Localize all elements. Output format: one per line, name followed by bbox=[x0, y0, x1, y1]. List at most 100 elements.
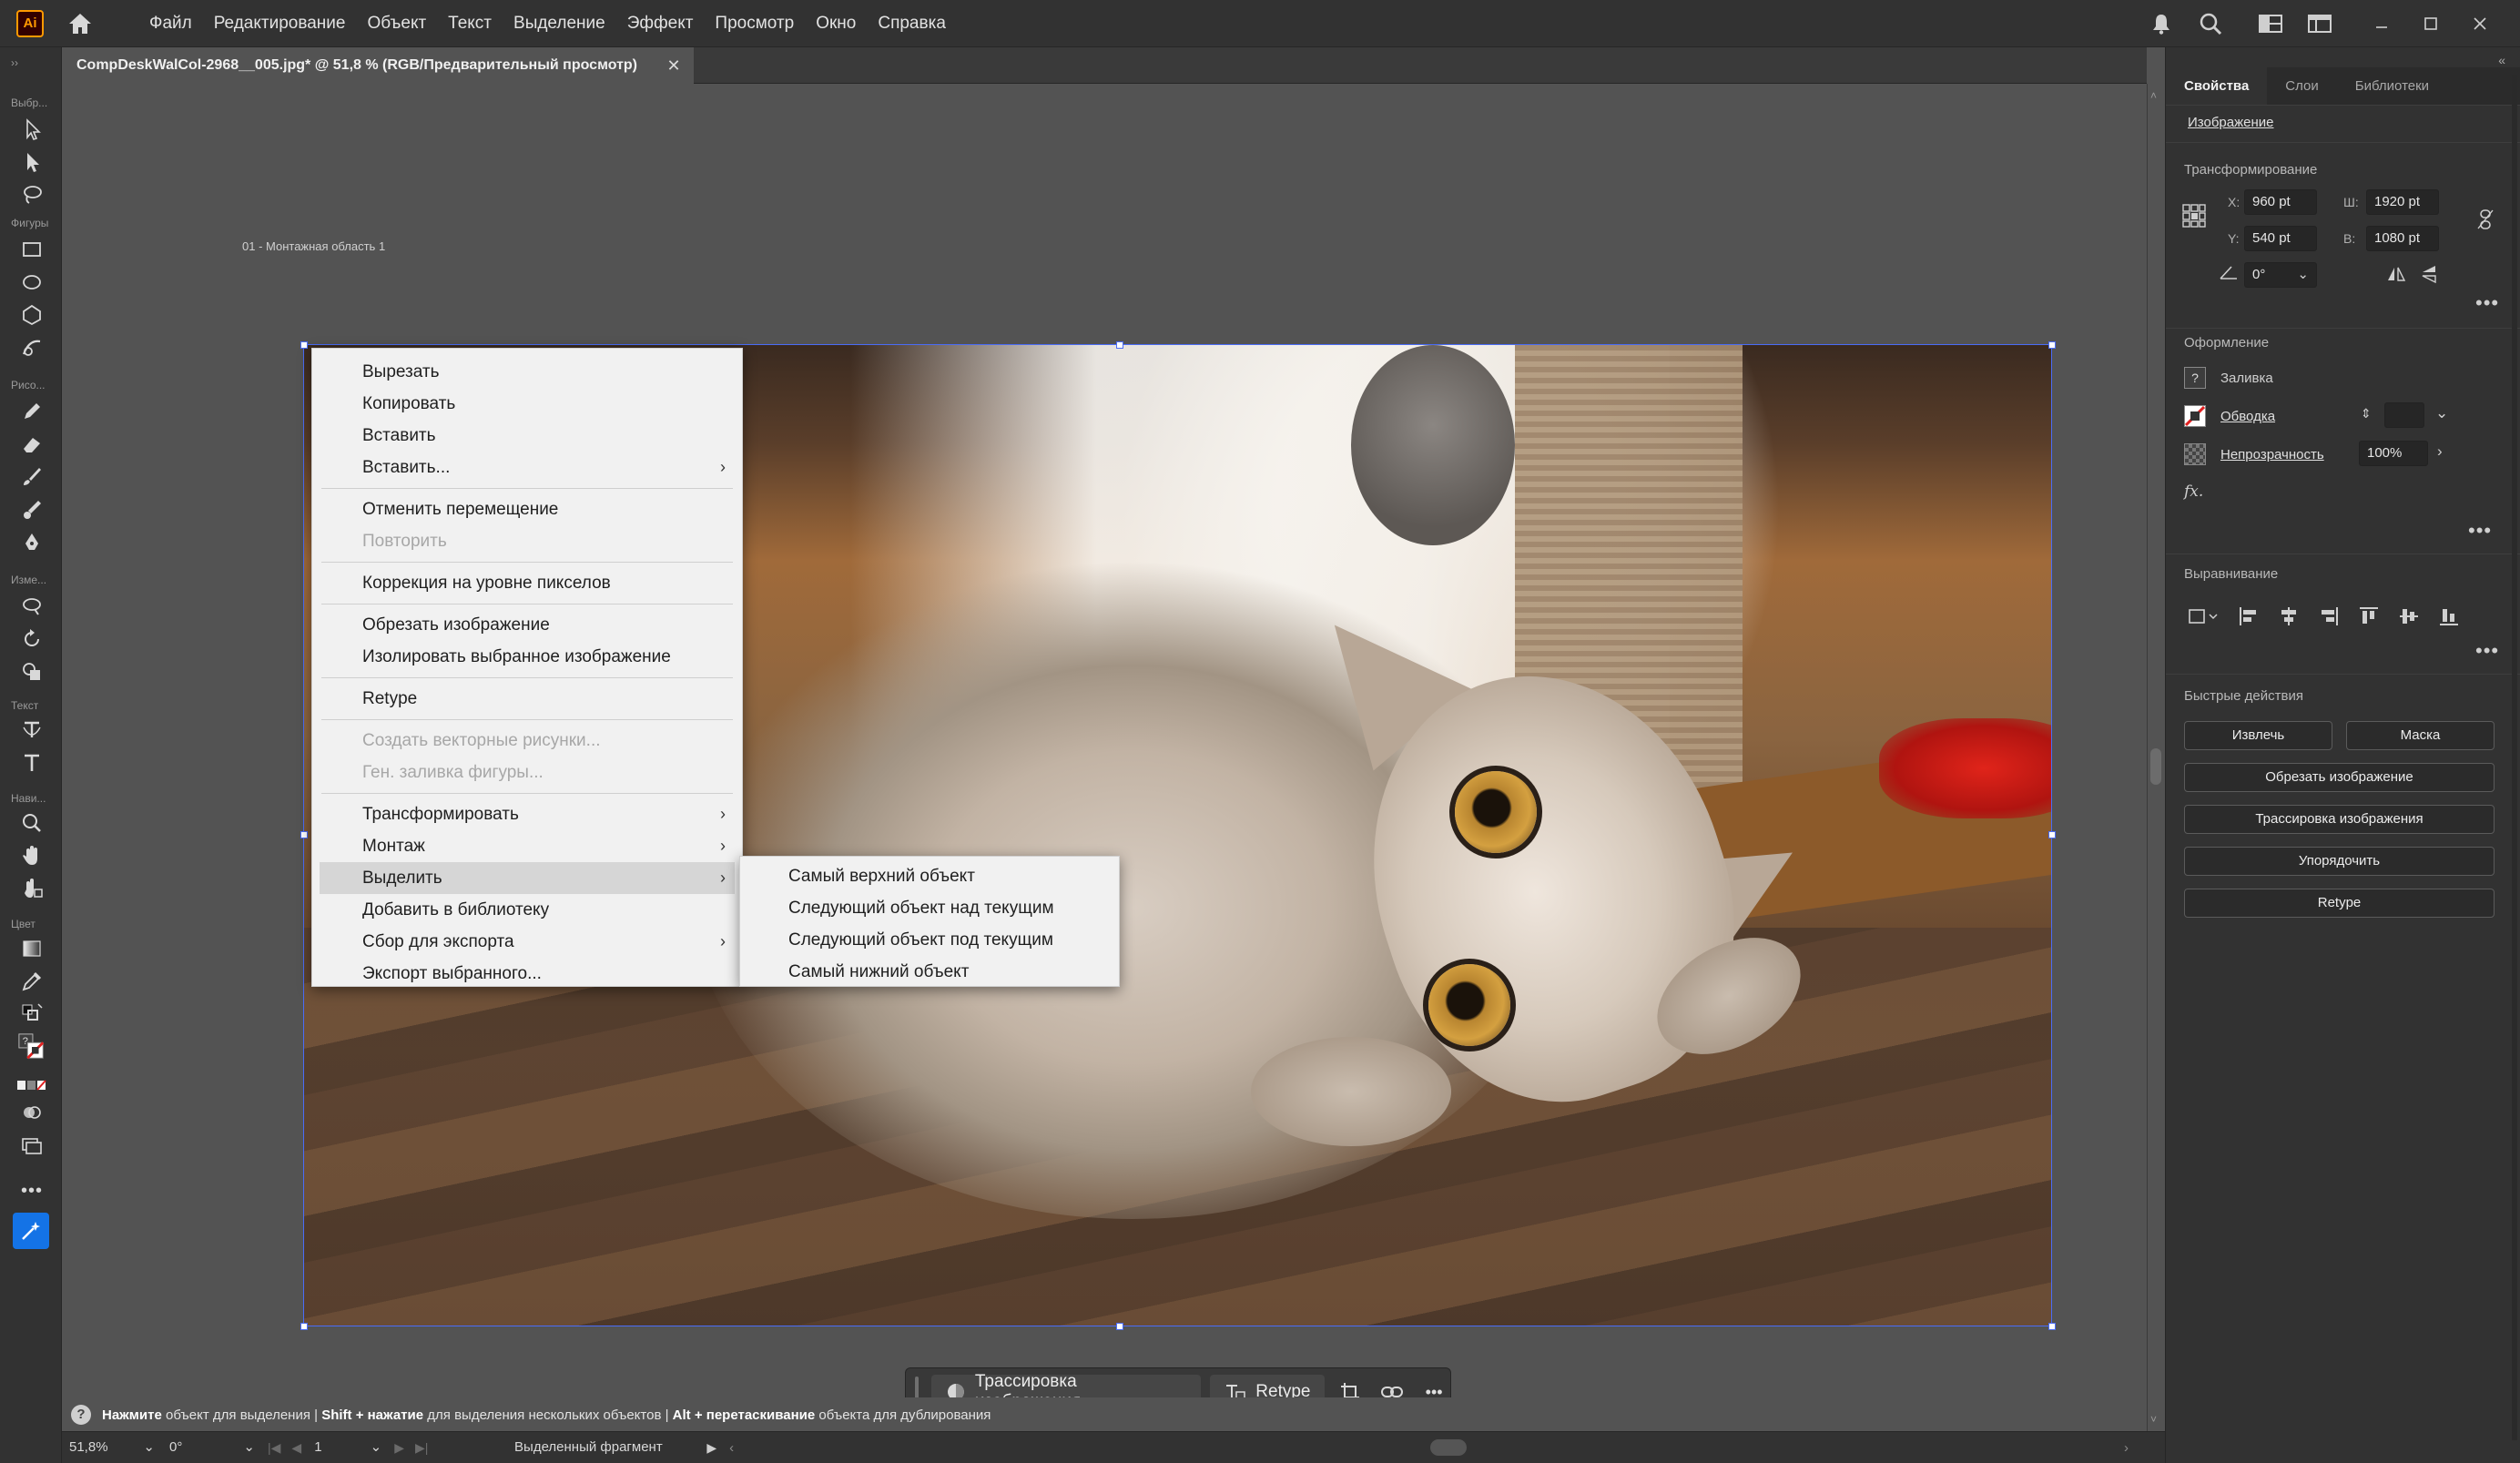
minimize-icon[interactable] bbox=[2369, 11, 2394, 36]
menu-type[interactable]: Текст bbox=[437, 0, 503, 47]
sub-bottommost-object[interactable]: Самый нижний объект bbox=[740, 956, 1119, 988]
align-vertical-center-icon[interactable] bbox=[2397, 605, 2421, 628]
appearance-more-icon[interactable]: ••• bbox=[2468, 519, 2492, 543]
resize-handle-r[interactable] bbox=[2048, 831, 2056, 838]
toolbar-collapse-icon[interactable]: ›› bbox=[11, 56, 18, 69]
stroke-weight-field[interactable] bbox=[2384, 402, 2424, 428]
lasso-modify-tool-icon[interactable] bbox=[16, 592, 47, 621]
search-icon[interactable] bbox=[2198, 11, 2223, 36]
ctx-add-to-library[interactable]: Добавить в библиотеку bbox=[312, 894, 742, 926]
mask-button[interactable]: Маска bbox=[2346, 721, 2495, 750]
align-left-icon[interactable] bbox=[2237, 605, 2261, 628]
ctx-isolate-image[interactable]: Изолировать выбранное изображение bbox=[312, 641, 742, 673]
chevron-down-icon[interactable]: ⌄ bbox=[2435, 404, 2448, 422]
resize-handle-br[interactable] bbox=[2048, 1323, 2056, 1330]
stroke-weight-stepper-icon[interactable]: ⇕ bbox=[2361, 406, 2372, 422]
flip-vertical-icon[interactable] bbox=[2417, 262, 2441, 286]
draw-mode-icon[interactable] bbox=[16, 1098, 47, 1127]
panel-scrollbar[interactable] bbox=[2512, 75, 2517, 1440]
reference-point-icon[interactable] bbox=[2182, 204, 2206, 228]
selection-tool-icon[interactable] bbox=[16, 115, 47, 144]
help-icon[interactable]: ? bbox=[71, 1405, 91, 1425]
stroke-label[interactable]: Обводка bbox=[2220, 409, 2275, 424]
menu-object[interactable]: Объект bbox=[356, 0, 437, 47]
resize-handle-l[interactable] bbox=[300, 831, 308, 838]
resize-handle-bl[interactable] bbox=[300, 1323, 308, 1330]
edit-toolbar-icon[interactable]: ••• bbox=[16, 1176, 47, 1205]
resize-handle-tr[interactable] bbox=[2048, 341, 2056, 349]
ctx-collect-for-export[interactable]: Сбор для экспорта › bbox=[312, 926, 742, 958]
last-artboard-icon[interactable]: ▶| bbox=[410, 1440, 433, 1456]
ctx-paste-special[interactable]: Вставить... › bbox=[312, 452, 742, 483]
sub-topmost-object[interactable]: Самый верхний объект bbox=[740, 860, 1119, 892]
ctx-transform[interactable]: Трансформировать › bbox=[312, 798, 742, 830]
ctx-copy[interactable]: Копировать bbox=[312, 388, 742, 420]
align-more-icon[interactable]: ••• bbox=[2475, 639, 2499, 663]
generative-ai-icon[interactable] bbox=[13, 1213, 49, 1249]
link-icon[interactable] bbox=[1376, 1376, 1408, 1397]
retype-button[interactable]: Retype bbox=[1210, 1375, 1326, 1397]
shaper-tool-icon[interactable] bbox=[16, 333, 47, 362]
crop-image-button[interactable]: Обрезать изображение bbox=[2184, 763, 2495, 792]
scroll-down-icon[interactable]: ˅ bbox=[2150, 1413, 2157, 1426]
home-icon[interactable] bbox=[62, 5, 98, 42]
scroll-up-icon[interactable]: ˄ bbox=[2150, 89, 2157, 102]
align-to-dropdown-icon[interactable] bbox=[2188, 605, 2219, 628]
eraser-tool-icon[interactable] bbox=[16, 430, 47, 459]
opacity-row[interactable]: Непрозрачность bbox=[2184, 441, 2324, 468]
ellipse-tool-icon[interactable] bbox=[16, 268, 47, 297]
ctx-export-selection[interactable]: Экспорт выбранного... bbox=[312, 958, 742, 990]
paintbrush-tool-icon[interactable] bbox=[16, 462, 47, 492]
align-right-icon[interactable] bbox=[2317, 605, 2341, 628]
blob-brush-tool-icon[interactable] bbox=[16, 495, 47, 524]
arrange-button[interactable]: Упорядочить bbox=[2184, 847, 2495, 876]
type-tool-icon[interactable] bbox=[16, 748, 47, 777]
tab-layers[interactable]: Слои bbox=[2267, 67, 2336, 105]
menu-help[interactable]: Справка bbox=[867, 0, 957, 47]
menu-select[interactable]: Выделение bbox=[503, 0, 616, 47]
bell-icon[interactable] bbox=[2149, 11, 2174, 36]
ctx-paste[interactable]: Вставить bbox=[312, 420, 742, 452]
rectangle-tool-icon[interactable] bbox=[16, 235, 47, 264]
default-fill-stroke-icon[interactable] bbox=[16, 1000, 47, 1029]
polygon-tool-icon[interactable] bbox=[16, 300, 47, 330]
shape-builder-tool-icon[interactable] bbox=[16, 657, 47, 686]
menu-view[interactable]: Просмотр bbox=[704, 0, 805, 47]
resize-handle-t[interactable] bbox=[1116, 341, 1123, 349]
tab-libraries[interactable]: Библиотеки bbox=[2337, 67, 2447, 105]
ctx-undo-move[interactable]: Отменить перемещение bbox=[312, 493, 742, 525]
constrain-proportions-icon[interactable] bbox=[2474, 208, 2497, 231]
ctx-select[interactable]: Выделить › bbox=[320, 862, 735, 894]
horizontal-scroll-thumb[interactable] bbox=[1430, 1439, 1467, 1456]
menu-file[interactable]: Файл bbox=[138, 0, 203, 47]
fill-row[interactable]: ? Заливка bbox=[2184, 364, 2273, 391]
height-field[interactable]: 1080 pt bbox=[2366, 226, 2439, 251]
gradient-tool-icon[interactable] bbox=[16, 934, 47, 963]
extract-button[interactable]: Извлечь bbox=[2184, 721, 2332, 750]
taskbar-grip[interactable] bbox=[915, 1377, 919, 1397]
align-bottom-icon[interactable] bbox=[2437, 605, 2461, 628]
artboard-tool-icon[interactable] bbox=[16, 874, 47, 903]
rotation-dropdown[interactable]: 0° ⌄ bbox=[162, 1437, 262, 1458]
fx-icon[interactable]: fx. bbox=[2184, 483, 2203, 501]
opacity-expand-icon[interactable]: › bbox=[2437, 442, 2443, 461]
opacity-label[interactable]: Непрозрачность bbox=[2220, 447, 2324, 462]
pen-tool-icon[interactable] bbox=[16, 528, 47, 557]
y-field[interactable]: 540 pt bbox=[2244, 226, 2317, 251]
transform-more-icon[interactable]: ••• bbox=[2475, 291, 2499, 315]
panel-collapse-icon[interactable]: « bbox=[2498, 53, 2505, 67]
menu-window[interactable]: Окно bbox=[805, 0, 867, 47]
direct-selection-tool-icon[interactable] bbox=[16, 147, 47, 177]
zoom-dropdown[interactable]: 51,8% ⌄ bbox=[62, 1437, 162, 1458]
resize-handle-tl[interactable] bbox=[300, 341, 308, 349]
align-top-icon[interactable] bbox=[2357, 605, 2381, 628]
status-menu-arrow-icon[interactable]: ▶ bbox=[706, 1440, 716, 1456]
zoom-tool-icon[interactable] bbox=[16, 808, 47, 838]
close-tab-icon[interactable]: ✕ bbox=[663, 55, 685, 76]
vertical-scroll-thumb[interactable] bbox=[2150, 748, 2161, 785]
stroke-row[interactable]: Обводка bbox=[2184, 402, 2275, 430]
ctx-arrange[interactable]: Монтаж › bbox=[312, 830, 742, 862]
close-window-icon[interactable] bbox=[2467, 11, 2493, 36]
color-mode-icons[interactable] bbox=[16, 1071, 47, 1100]
next-artboard-icon[interactable]: ▶ bbox=[389, 1440, 410, 1456]
